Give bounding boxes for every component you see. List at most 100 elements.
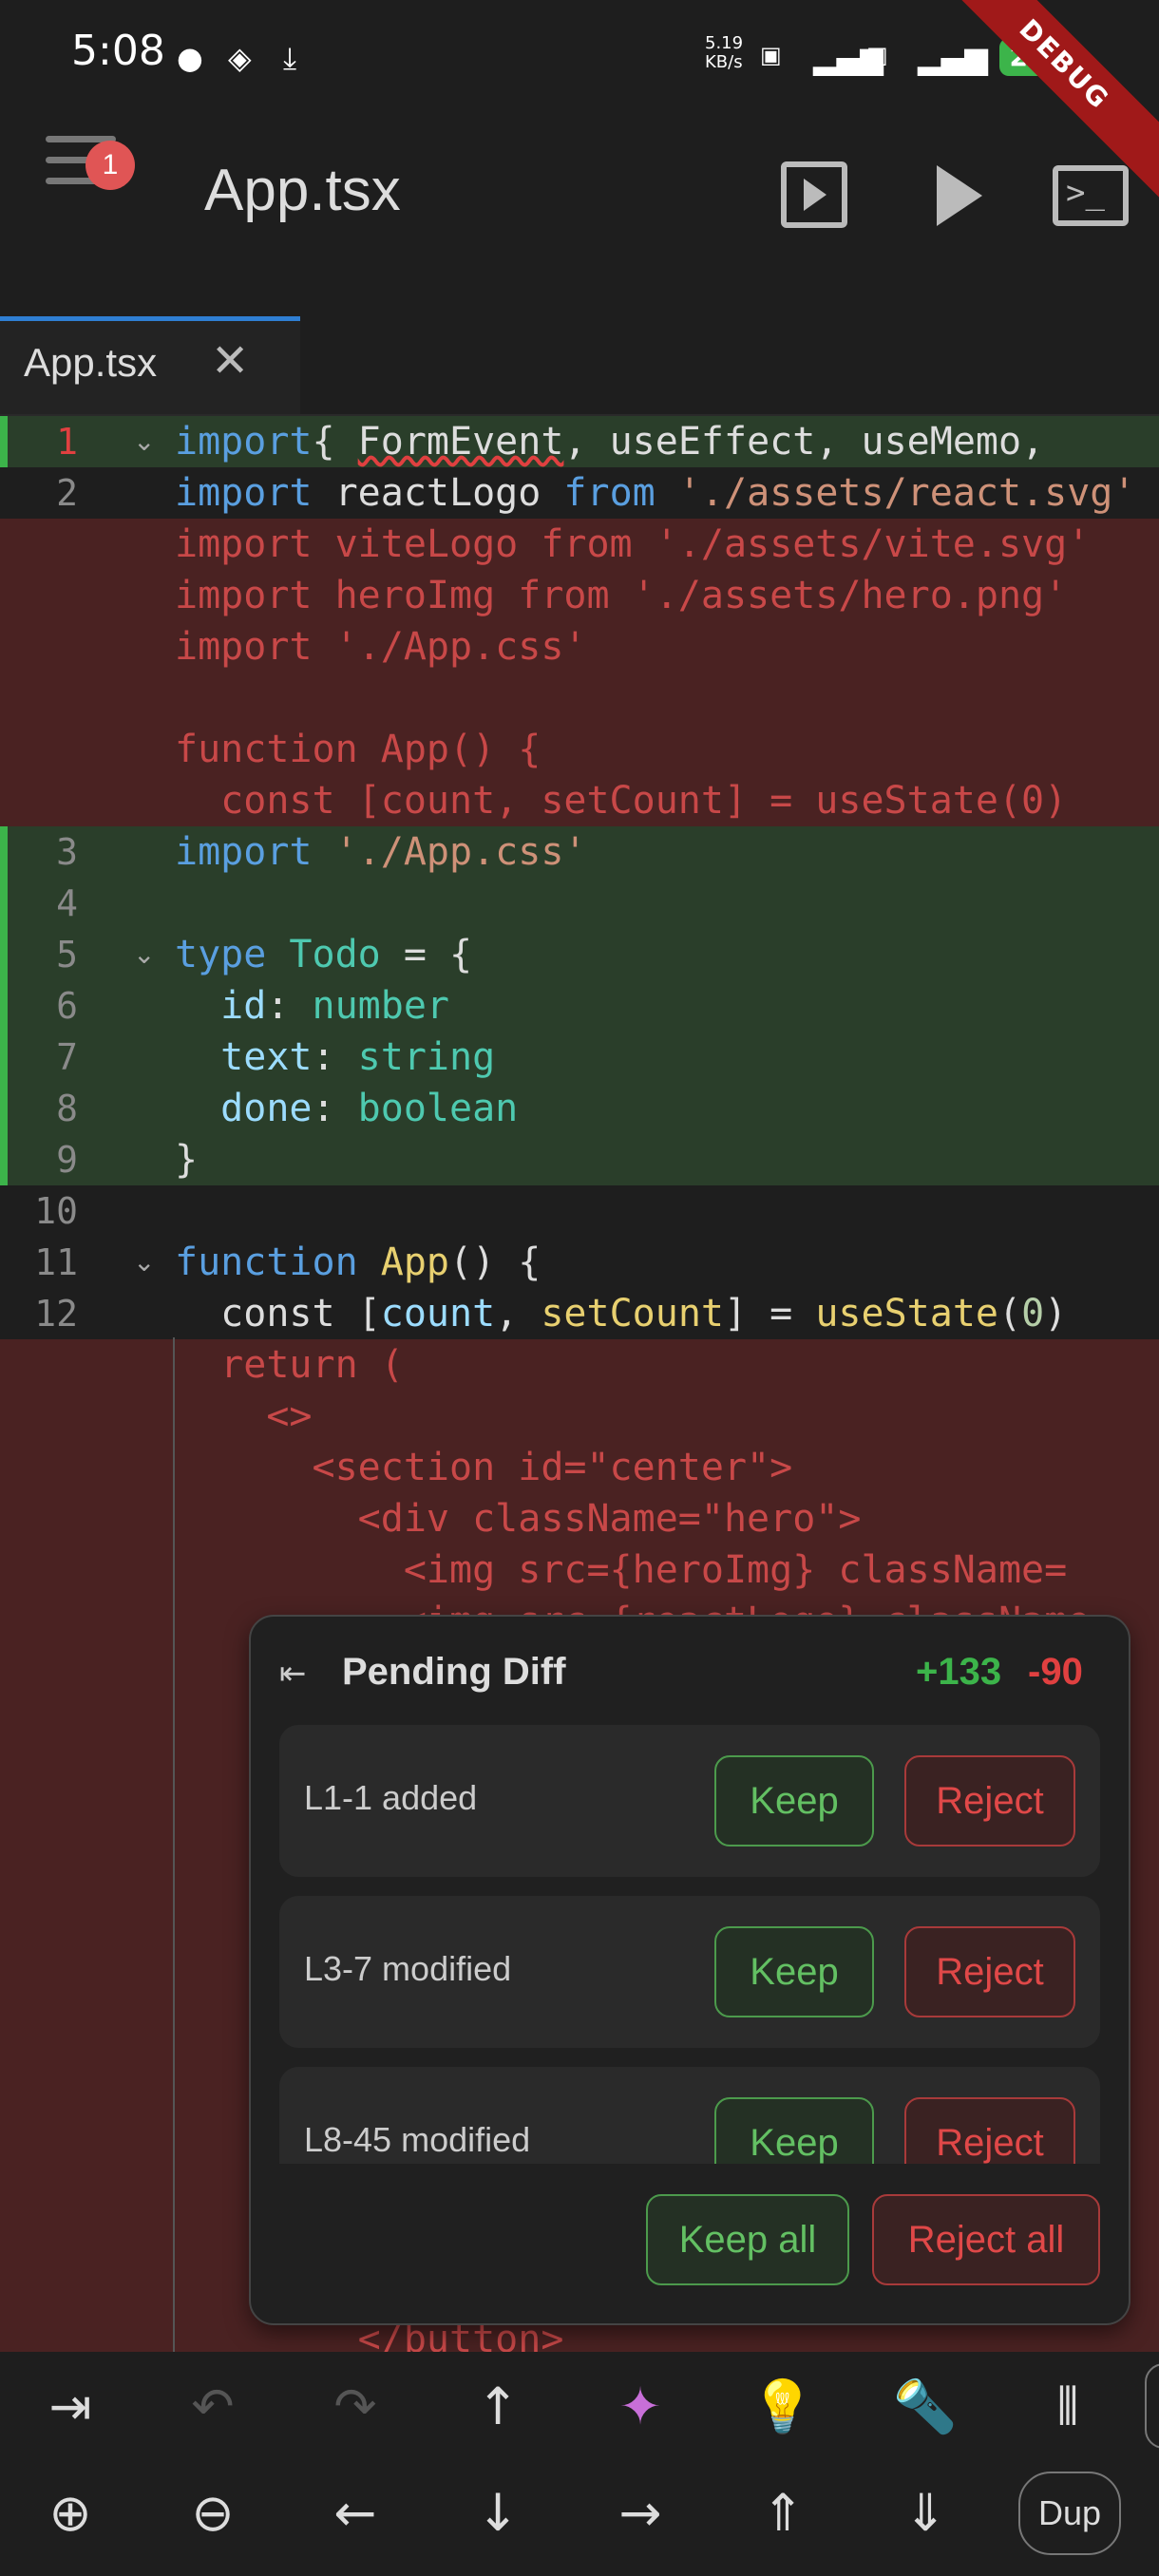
run-preview-button[interactable] — [781, 161, 847, 228]
line-number: 6 — [56, 985, 78, 1027]
line-number: 11 — [34, 1241, 78, 1283]
status-time: 5:08 — [71, 27, 165, 75]
code-text: const [count, setCount] = useState(0) — [175, 1292, 1068, 1335]
arrow-down-icon[interactable]: ↓ — [450, 2466, 545, 2561]
terminal-icon: >_ — [1066, 174, 1105, 212]
zoom-out-icon[interactable]: ⊖ — [165, 2466, 260, 2561]
undo-icon[interactable]: ↶ — [165, 2359, 260, 2454]
arrow-right-icon[interactable]: → — [593, 2466, 688, 2561]
code-line[interactable]: 7 text: string — [0, 1032, 1159, 1083]
hunk-label: L3-7 modified — [304, 1949, 512, 1988]
reject-button[interactable]: Reject — [904, 2097, 1075, 2164]
download-icon: ⤓ — [283, 40, 297, 76]
notification-badge: 1 — [86, 141, 135, 190]
code-line[interactable]: function App() { — [0, 724, 1159, 775]
line-number: 5 — [56, 934, 78, 975]
fold-chevron-icon[interactable]: ⌄ — [133, 1237, 155, 1288]
code-text: function App() { — [175, 728, 542, 771]
lightbulb-icon[interactable]: 💡 — [735, 2359, 830, 2454]
app-notification-icon: ◈ — [228, 40, 252, 76]
reject-all-button[interactable]: Reject all — [872, 2194, 1100, 2285]
keep-button[interactable]: Keep — [714, 1926, 874, 2017]
code-line[interactable]: 10 — [0, 1185, 1159, 1237]
diff-added-count: +133 — [916, 1651, 1002, 1693]
code-line[interactable]: import viteLogo from './assets/vite.svg' — [0, 519, 1159, 570]
code-line[interactable]: import heroImg from './assets/hero.png' — [0, 570, 1159, 621]
more-tools-button[interactable] — [1145, 2363, 1159, 2449]
code-line[interactable] — [0, 672, 1159, 724]
line-number: 4 — [56, 882, 78, 924]
flashlight-icon[interactable]: 🔦 — [878, 2359, 973, 2454]
code-line[interactable]: 1 ⌄ import{ FormEvent, useEffect, useMemo, — [0, 416, 1159, 467]
code-text: id: number — [220, 984, 450, 1028]
chat-bubble-icon: ● — [177, 40, 203, 76]
code-line[interactable]: import './App.css' — [0, 621, 1159, 672]
split-view-icon[interactable]: ⫴ — [1020, 2359, 1115, 2454]
hunk-list[interactable]: L1-1 added Keep Reject L3-7 modified Kee… — [279, 1725, 1100, 2164]
page-up-icon[interactable]: ⇑ — [735, 2466, 830, 2561]
terminal-button[interactable]: >_ — [1053, 165, 1129, 226]
hunk-item: L3-7 modified Keep Reject — [279, 1896, 1100, 2048]
fold-chevron-icon[interactable]: ⌄ — [133, 929, 155, 980]
volte-icon: ▣ — [760, 42, 782, 68]
reject-button[interactable]: Reject — [904, 1755, 1075, 1847]
status-bar: 5:08 ● ◈ ⤓ 5.19 KB/s ▣ ▂▄▆ ▣ ▂▄▆ 22 DEBU… — [0, 0, 1159, 199]
line-number: 8 — [56, 1088, 78, 1129]
code-text: import reactLogo from './assets/react.sv… — [175, 471, 1136, 515]
run-button[interactable] — [937, 165, 982, 226]
code-text: import './App.css' — [175, 830, 587, 874]
tab-close-icon[interactable]: ✕ — [211, 334, 249, 388]
code-line[interactable]: 4 — [0, 878, 1159, 929]
hunk-label: L1-1 added — [304, 1778, 478, 1817]
code-line[interactable]: 11 ⌄ function App() { — [0, 1237, 1159, 1288]
code-text: type Todo = { — [175, 933, 473, 976]
signal-5g-icon: ▂▄▆ — [918, 40, 988, 76]
keep-all-button[interactable]: Keep all — [646, 2194, 849, 2285]
page-down-icon[interactable]: ⇓ — [878, 2466, 973, 2561]
code-text: text: string — [220, 1035, 496, 1079]
net-speed: 5.19 KB/s — [705, 33, 744, 72]
duplicate-button[interactable]: Dup — [1018, 2472, 1121, 2555]
volte2-icon: ▣ — [866, 42, 888, 68]
fold-chevron-icon[interactable]: ⌄ — [133, 416, 155, 467]
code-line[interactable]: 8 done: boolean — [0, 1083, 1159, 1134]
code-line[interactable]: 3 import './App.css' — [0, 826, 1159, 878]
code-text: import{ FormEvent, useEffect, useMemo, — [175, 420, 1068, 464]
zoom-in-icon[interactable]: ⊕ — [23, 2466, 118, 2561]
code-line[interactable]: 2 import reactLogo from './assets/react.s… — [0, 467, 1159, 519]
reject-button[interactable]: Reject — [904, 1926, 1075, 2017]
line-number: 12 — [34, 1293, 78, 1335]
redo-icon[interactable]: ↷ — [308, 2359, 403, 2454]
code-line[interactable]: 12 const [count, setCount] = useState(0) — [0, 1288, 1159, 1339]
line-number: 10 — [34, 1190, 78, 1232]
hunk-label: L8-45 modified — [304, 2120, 531, 2159]
play-outline-icon — [804, 179, 826, 211]
arrow-left-icon[interactable]: ← — [308, 2466, 403, 2561]
line-number: 2 — [56, 472, 78, 514]
keep-button[interactable]: Keep — [714, 1755, 874, 1847]
code-text: <> — [175, 1394, 313, 1438]
code-line[interactable]: 9} — [0, 1134, 1159, 1185]
code-line[interactable]: 6 id: number — [0, 980, 1159, 1032]
line-number: 3 — [56, 831, 78, 873]
ai-sparkle-icon[interactable]: ✦ — [593, 2359, 688, 2454]
diff-title: Pending Diff — [342, 1651, 566, 1693]
code-text: import heroImg from './assets/hero.png' — [175, 574, 1068, 617]
code-line[interactable]: 5 ⌄ type Todo = { — [0, 929, 1159, 980]
app-bar — [0, 114, 1159, 285]
diff-removed-count: -90 — [1028, 1651, 1083, 1693]
code-line[interactable]: const [count, setCount] = useState(0) — [0, 775, 1159, 826]
arrow-up-icon[interactable]: ↑ — [450, 2359, 545, 2454]
code-text: <img src={heroImg} className= — [175, 1548, 1068, 1592]
code-text: import viteLogo from './assets/vite.svg' — [175, 522, 1091, 566]
code-text: } — [175, 1138, 199, 1182]
hunk-item: L8-45 modified Keep Reject — [279, 2067, 1100, 2164]
code-text: done: boolean — [220, 1087, 519, 1130]
keep-button[interactable]: Keep — [714, 2097, 874, 2164]
code-text: <div className="hero"> — [175, 1497, 862, 1541]
indent-guide — [173, 1337, 175, 2352]
indent-tab-icon[interactable]: ⇥ — [23, 2359, 118, 2454]
page-title: App.tsx — [204, 158, 401, 223]
pending-diff-panel: ⇤ Pending Diff +133 -90 L1-1 added Keep … — [249, 1615, 1130, 2325]
code-text: return ( — [175, 1343, 404, 1387]
